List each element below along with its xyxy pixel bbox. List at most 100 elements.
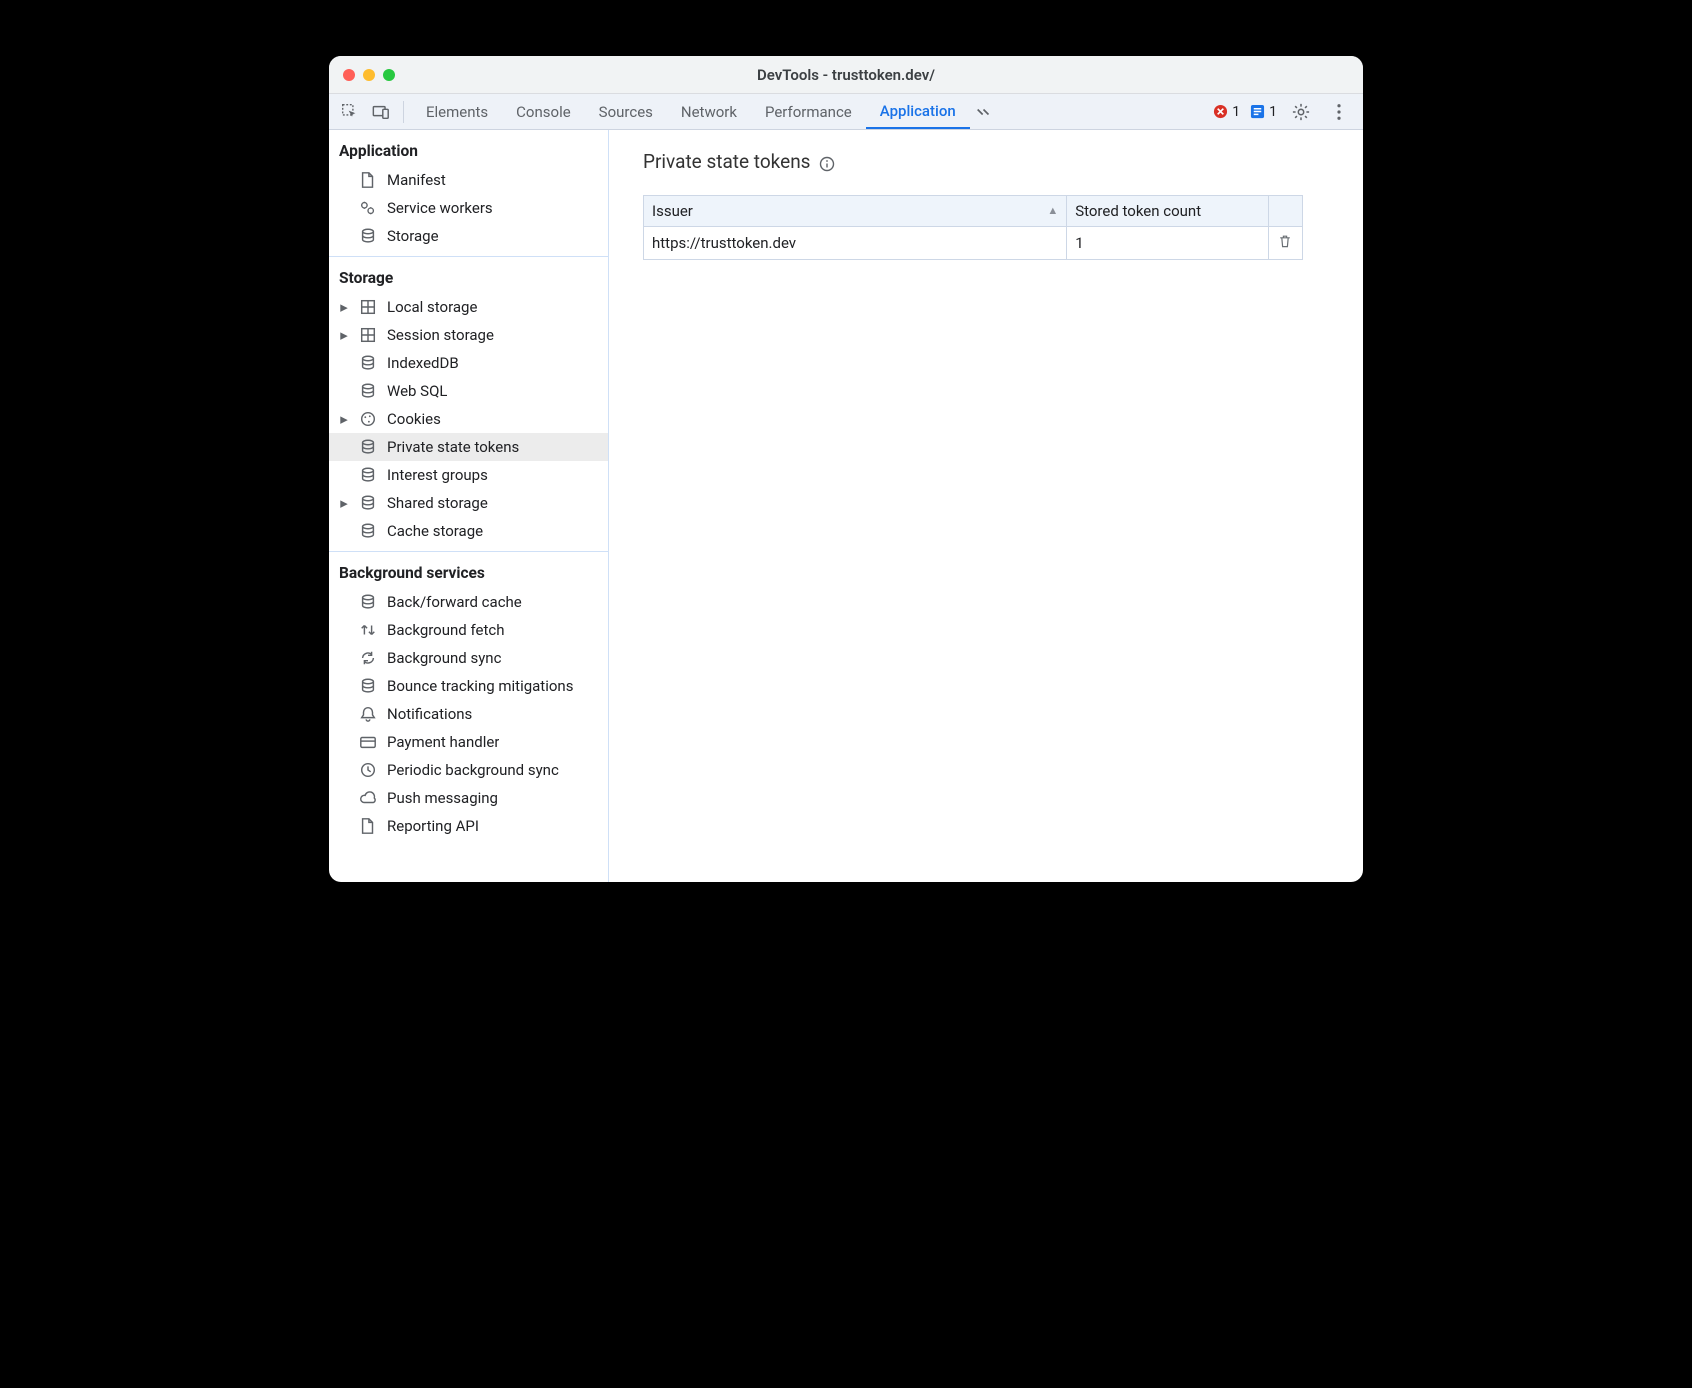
table-row[interactable]: https://trusttoken.dev1 [644, 227, 1303, 260]
section-title: Background services [329, 552, 608, 588]
panel-body: Application Manifest Service workers Storag… [329, 130, 1363, 882]
info-icon[interactable] [819, 154, 835, 170]
section-title: Application [329, 130, 608, 166]
device-toolbar-icon[interactable] [367, 98, 395, 126]
issues-count: 1 [1269, 104, 1277, 120]
cloud-icon [359, 789, 377, 807]
sidebar-item-indexeddb[interactable]: IndexedDB [329, 349, 608, 377]
sidebar-item-web-sql[interactable]: Web SQL [329, 377, 608, 405]
issuer-cell: https://trusttoken.dev [644, 227, 1067, 260]
sidebar-item-cookies[interactable]: ▸ Cookies [329, 405, 608, 433]
bell-icon [359, 705, 377, 723]
disclosure-triangle-icon[interactable]: ▸ [339, 494, 349, 512]
storage-icon [359, 354, 377, 372]
sidebar-item-periodic-background-sync[interactable]: Periodic background sync [329, 756, 608, 784]
kebab-menu-icon[interactable] [1325, 98, 1353, 126]
sidebar-item-push-messaging[interactable]: Push messaging [329, 784, 608, 812]
errors-count: 1 [1232, 104, 1240, 120]
sync-icon [359, 649, 377, 667]
sidebar-item-notifications[interactable]: Notifications [329, 700, 608, 728]
disclosure-triangle-icon[interactable]: ▸ [339, 298, 349, 316]
section-title: Storage [329, 257, 608, 293]
sidebar-item-bounce-tracking-mitigations[interactable]: Bounce tracking mitigations [329, 672, 608, 700]
sidebar-item-label: Notifications [387, 705, 472, 723]
storage-icon [359, 227, 377, 245]
tab-console[interactable]: Console [502, 94, 585, 129]
sidebar-item-background-fetch[interactable]: Background fetch [329, 616, 608, 644]
disclosure-triangle-icon[interactable]: ▸ [339, 410, 349, 428]
clock-icon [359, 761, 377, 779]
file-icon [359, 171, 377, 189]
sidebar-item-reporting-api[interactable]: Reporting API [329, 812, 608, 840]
sidebar-item-label: Manifest [387, 171, 446, 189]
inspect-element-icon[interactable] [335, 98, 363, 126]
sidebar-item-label: Background fetch [387, 621, 504, 639]
sidebar-item-background-sync[interactable]: Background sync [329, 644, 608, 672]
devtools-window: DevTools - trusttoken.dev/ ElementsConso… [329, 56, 1363, 882]
file-icon [359, 817, 377, 835]
storage-icon [359, 382, 377, 400]
sidebar-item-session-storage[interactable]: ▸ Session storage [329, 321, 608, 349]
tab-elements[interactable]: Elements [412, 94, 502, 129]
devtools-toolbar: ElementsConsoleSourcesNetworkPerformance… [329, 94, 1363, 130]
tokens-table: Issuer ▲ Stored token count https://trus… [643, 195, 1303, 260]
storage-icon [359, 677, 377, 695]
sidebar-item-storage[interactable]: Storage [329, 222, 608, 250]
cookie-icon [359, 410, 377, 428]
sidebar-item-label: Cache storage [387, 522, 483, 540]
toolbar-separator [403, 101, 404, 123]
sidebar-item-interest-groups[interactable]: Interest groups [329, 461, 608, 489]
sidebar-item-shared-storage[interactable]: ▸Shared storage [329, 489, 608, 517]
sidebar-item-manifest[interactable]: Manifest [329, 166, 608, 194]
issues-indicator[interactable]: 1 [1250, 104, 1277, 120]
sidebar-item-label: Cookies [387, 410, 441, 428]
sidebar-item-private-state-tokens[interactable]: Private state tokens [329, 433, 608, 461]
storage-icon [359, 593, 377, 611]
sidebar-item-label: IndexedDB [387, 354, 459, 372]
tab-sources[interactable]: Sources [585, 94, 667, 129]
titlebar: DevTools - trusttoken.dev/ [329, 56, 1363, 94]
issuer-column-header[interactable]: Issuer ▲ [644, 196, 1067, 227]
sidebar-item-payment-handler[interactable]: Payment handler [329, 728, 608, 756]
tab-application[interactable]: Application [866, 94, 970, 129]
sidebar-item-label: Local storage [387, 298, 477, 316]
sidebar-item-service-workers[interactable]: Service workers [329, 194, 608, 222]
main-content: Private state tokens Issuer ▲ Stored tok… [609, 130, 1363, 882]
storage-icon [359, 438, 377, 456]
sidebar-item-label: Web SQL [387, 382, 447, 400]
tab-network[interactable]: Network [667, 94, 751, 129]
gears-icon [359, 199, 377, 217]
sort-ascending-icon: ▲ [1047, 204, 1058, 217]
grid-icon [359, 298, 377, 316]
more-tabs-icon[interactable] [974, 98, 998, 126]
sidebar-item-label: Storage [387, 227, 439, 245]
sidebar-item-label: Bounce tracking mitigations [387, 677, 573, 695]
sidebar-item-cache-storage[interactable]: Cache storage [329, 517, 608, 545]
tab-performance[interactable]: Performance [751, 94, 866, 129]
count-cell: 1 [1067, 227, 1269, 260]
grid-icon [359, 326, 377, 344]
sidebar-item-local-storage[interactable]: ▸ Local storage [329, 293, 608, 321]
sidebar-item-back-forward-cache[interactable]: Back/forward cache [329, 588, 608, 616]
sidebar-item-label: Interest groups [387, 466, 488, 484]
application-sidebar: Application Manifest Service workers Storag… [329, 130, 609, 882]
page-title-row: Private state tokens [643, 150, 1345, 173]
updown-icon [359, 621, 377, 639]
sidebar-item-label: Push messaging [387, 789, 498, 807]
actions-column-header [1268, 196, 1302, 227]
sidebar-item-label: Reporting API [387, 817, 479, 835]
sidebar-item-label: Service workers [387, 199, 493, 217]
disclosure-triangle-icon[interactable]: ▸ [339, 326, 349, 344]
page-title: Private state tokens [643, 150, 811, 173]
storage-icon [359, 494, 377, 512]
errors-indicator[interactable]: 1 [1213, 104, 1240, 120]
storage-icon [359, 466, 377, 484]
sidebar-item-label: Session storage [387, 326, 494, 344]
window-title: DevTools - trusttoken.dev/ [329, 66, 1363, 84]
delete-row-button[interactable] [1277, 233, 1293, 249]
count-column-header[interactable]: Stored token count [1067, 196, 1269, 227]
settings-gear-icon[interactable] [1287, 98, 1315, 126]
sidebar-item-label: Back/forward cache [387, 593, 522, 611]
sidebar-item-label: Background sync [387, 649, 501, 667]
sidebar-item-label: Periodic background sync [387, 761, 559, 779]
